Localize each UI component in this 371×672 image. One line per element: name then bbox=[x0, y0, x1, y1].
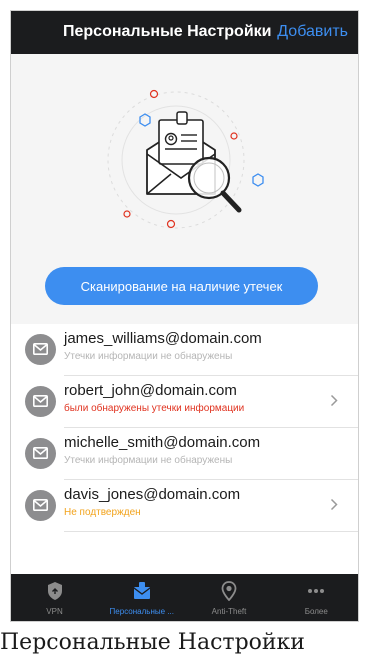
tab-более[interactable]: Более bbox=[273, 574, 358, 621]
page-title: Персональные Настройки bbox=[63, 23, 272, 40]
leak-status: Не подтвержден bbox=[64, 507, 141, 518]
tab-bar: VPN Персональные ... Anti-Theft Более bbox=[11, 574, 358, 621]
leak-status: Утечки информации не обнаружены bbox=[64, 455, 233, 466]
tab-персональные[interactable]: Персональные ... bbox=[98, 574, 185, 621]
screen-caption: Персональные Настройки bbox=[0, 630, 305, 655]
navigation-bar: Персональные Настройки Добавить bbox=[11, 11, 358, 54]
tab-vpn[interactable]: VPN bbox=[11, 574, 98, 621]
email-address: robert_john@domain.com bbox=[64, 382, 237, 399]
chevron-right-icon bbox=[330, 498, 338, 511]
email-row[interactable]: james_williams@domain.com Утечки информац… bbox=[11, 324, 358, 376]
email-row[interactable]: michelle_smith@domain.com Утечки информац… bbox=[11, 428, 358, 480]
phone-screen: Персональные Настройки Добавить Сканиров… bbox=[10, 10, 359, 622]
tab-label: Персональные ... bbox=[109, 607, 174, 616]
tab-label: Anti-Theft bbox=[211, 607, 247, 616]
chevron-right-icon bbox=[330, 394, 338, 407]
email-list: james_williams@domain.com Утечки информац… bbox=[11, 324, 358, 532]
hero-section: Сканирование на наличие утечек bbox=[11, 54, 358, 324]
envelope-icon bbox=[25, 334, 56, 365]
leak-status: Утечки информации не обнаружены bbox=[64, 351, 233, 362]
envelope-icon bbox=[25, 386, 56, 417]
envelope-icon bbox=[25, 490, 56, 521]
email-address: james_williams@domain.com bbox=[64, 330, 262, 347]
email-address: davis_jones@domain.com bbox=[64, 486, 241, 503]
leak-status: были обнаружены утечки информации bbox=[64, 403, 245, 414]
tab-anti-theft[interactable]: Anti-Theft bbox=[186, 574, 273, 621]
email-row[interactable]: robert_john@domain.com были обнаружены ут… bbox=[11, 376, 358, 428]
add-button[interactable]: Добавить bbox=[277, 23, 348, 41]
email-address: michelle_smith@domain.com bbox=[64, 434, 261, 451]
scan-leaks-button[interactable]: Сканирование на наличие утечек bbox=[45, 267, 318, 305]
email-row[interactable]: davis_jones@domain.com Не подтвержден bbox=[11, 480, 358, 532]
tab-label: Более bbox=[304, 607, 328, 616]
tab-label: VPN bbox=[46, 607, 63, 616]
envelope-icon bbox=[25, 438, 56, 469]
